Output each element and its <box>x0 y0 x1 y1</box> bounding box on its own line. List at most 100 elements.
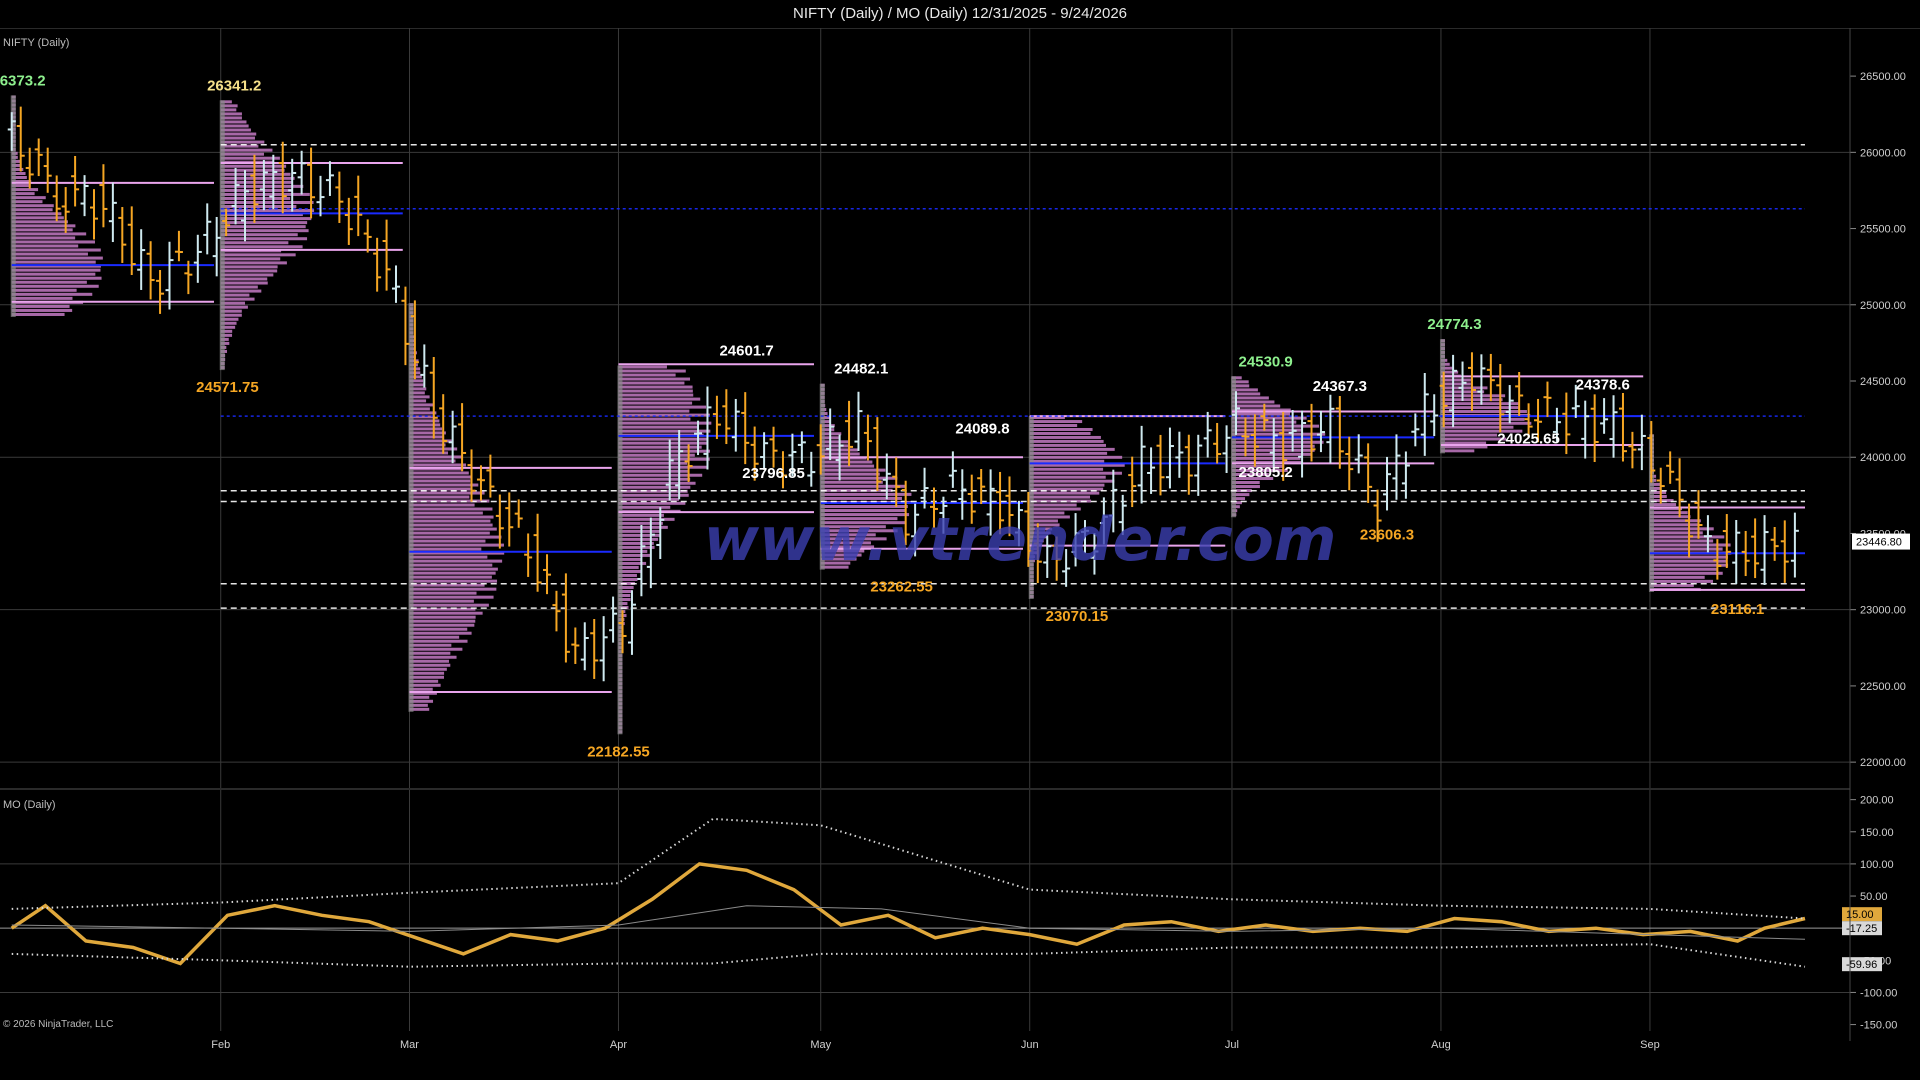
profile-row <box>1649 547 1723 551</box>
profile-row <box>409 663 451 667</box>
profile-row <box>409 535 502 539</box>
mo-line <box>10 862 1806 966</box>
monthly-profiles <box>10 95 1805 735</box>
price-annotation: 24025.65 <box>1497 430 1560 447</box>
profile-row <box>409 611 483 615</box>
profile-row <box>220 261 287 265</box>
profile-row <box>220 156 280 160</box>
profile-row <box>220 281 268 285</box>
indicator-pane-label: MO (Daily) <box>3 799 56 811</box>
profile-row <box>1649 571 1723 575</box>
chart-title: NIFTY (Daily) / MO (Daily) 12/31/2025 - … <box>0 0 1920 29</box>
profile-row <box>220 140 265 144</box>
profile-row <box>618 405 707 409</box>
profile-row <box>11 272 96 276</box>
profile-row <box>220 237 308 241</box>
profile-row <box>11 292 93 296</box>
x-tick-label: Apr <box>610 1039 627 1051</box>
profile-row <box>409 543 504 547</box>
profile-row <box>1231 400 1275 404</box>
profile-row <box>1231 416 1307 420</box>
profile-row <box>409 567 498 571</box>
profile-row <box>11 296 73 300</box>
profile-row <box>618 481 696 485</box>
profile-row <box>618 389 693 393</box>
y-tick-label: 26500.00 <box>1860 71 1906 83</box>
profile-row <box>618 461 688 465</box>
profile-row <box>11 236 76 240</box>
profile-row <box>409 431 446 435</box>
profile-row <box>409 531 490 535</box>
profile-row <box>1029 424 1078 428</box>
profile-row <box>1029 420 1083 424</box>
profile-row <box>409 411 437 415</box>
profile-row <box>409 595 494 599</box>
profile-row <box>409 555 488 559</box>
profile-row <box>1440 441 1487 445</box>
x-tick-label: Jul <box>1225 1039 1239 1051</box>
price-annotation: 24571.75 <box>196 379 259 396</box>
profile-row <box>220 192 310 196</box>
profile-row <box>618 453 695 457</box>
mo-indicator <box>10 817 1806 968</box>
profile-row <box>409 603 489 607</box>
price-axis[interactable]: 22000.0022500.0023000.0023500.0024000.00… <box>1850 71 1910 769</box>
profile-row <box>11 204 54 208</box>
profile-row <box>618 501 686 505</box>
x-tick-label: Feb <box>211 1039 230 1051</box>
profile-row <box>409 539 486 543</box>
profile-row <box>220 245 303 249</box>
price-annotation: 22182.55 <box>587 743 650 760</box>
profile-row <box>820 464 875 468</box>
profile-row <box>1029 451 1108 455</box>
profile-row <box>618 513 664 517</box>
profile-row <box>409 599 474 603</box>
profile-row <box>820 460 873 464</box>
profile-row <box>409 523 493 527</box>
price-annotation: 24089.8 <box>955 421 1009 438</box>
profile-row <box>1029 435 1101 439</box>
profile-row <box>618 469 689 473</box>
profile-row <box>409 475 472 479</box>
price-annotation: 23070.15 <box>1046 608 1109 625</box>
profile-row <box>1029 495 1091 499</box>
profile-row <box>618 381 685 385</box>
profile-row <box>409 547 482 551</box>
profile-row <box>220 257 281 261</box>
profile-spine <box>408 303 414 712</box>
profile-row <box>220 253 296 257</box>
chart-canvas[interactable]: www.vtrender.com 26373.2 26341.2 24571.75 2… <box>0 28 1920 1080</box>
profile-row <box>1649 515 1691 519</box>
profile-row <box>409 635 460 639</box>
profile-row <box>618 393 694 397</box>
profile-row <box>409 479 471 483</box>
profile-row <box>820 444 849 448</box>
profile-row <box>1029 483 1105 487</box>
profile-row <box>220 188 293 192</box>
profile-row <box>618 553 651 557</box>
profile-row <box>409 659 449 663</box>
profile-row <box>11 312 65 316</box>
profile-row <box>409 483 479 487</box>
price-annotation: 23805.2 <box>1239 464 1293 481</box>
profile-row <box>1231 456 1301 460</box>
profile-row <box>409 471 469 475</box>
profile-row <box>11 244 79 248</box>
profile-row <box>820 440 850 444</box>
profile-row <box>409 647 463 651</box>
profile-row <box>11 284 99 288</box>
y-tick-label: 25500.00 <box>1860 224 1906 236</box>
price-annotation: 24601.7 <box>719 343 773 360</box>
profile-row <box>220 132 257 136</box>
profile-row <box>220 285 258 289</box>
y-tick-label: 26000.00 <box>1860 147 1906 159</box>
profile-row <box>1649 535 1725 539</box>
profile-row <box>618 449 710 453</box>
y-tick-label: -150.00 <box>1860 1020 1897 1032</box>
profile-row <box>1649 527 1714 531</box>
price-annotation: 26373.2 <box>0 72 46 89</box>
profile-row <box>820 468 886 472</box>
profile-row <box>409 587 497 591</box>
profile-row <box>618 429 711 433</box>
profile-row <box>409 679 439 683</box>
